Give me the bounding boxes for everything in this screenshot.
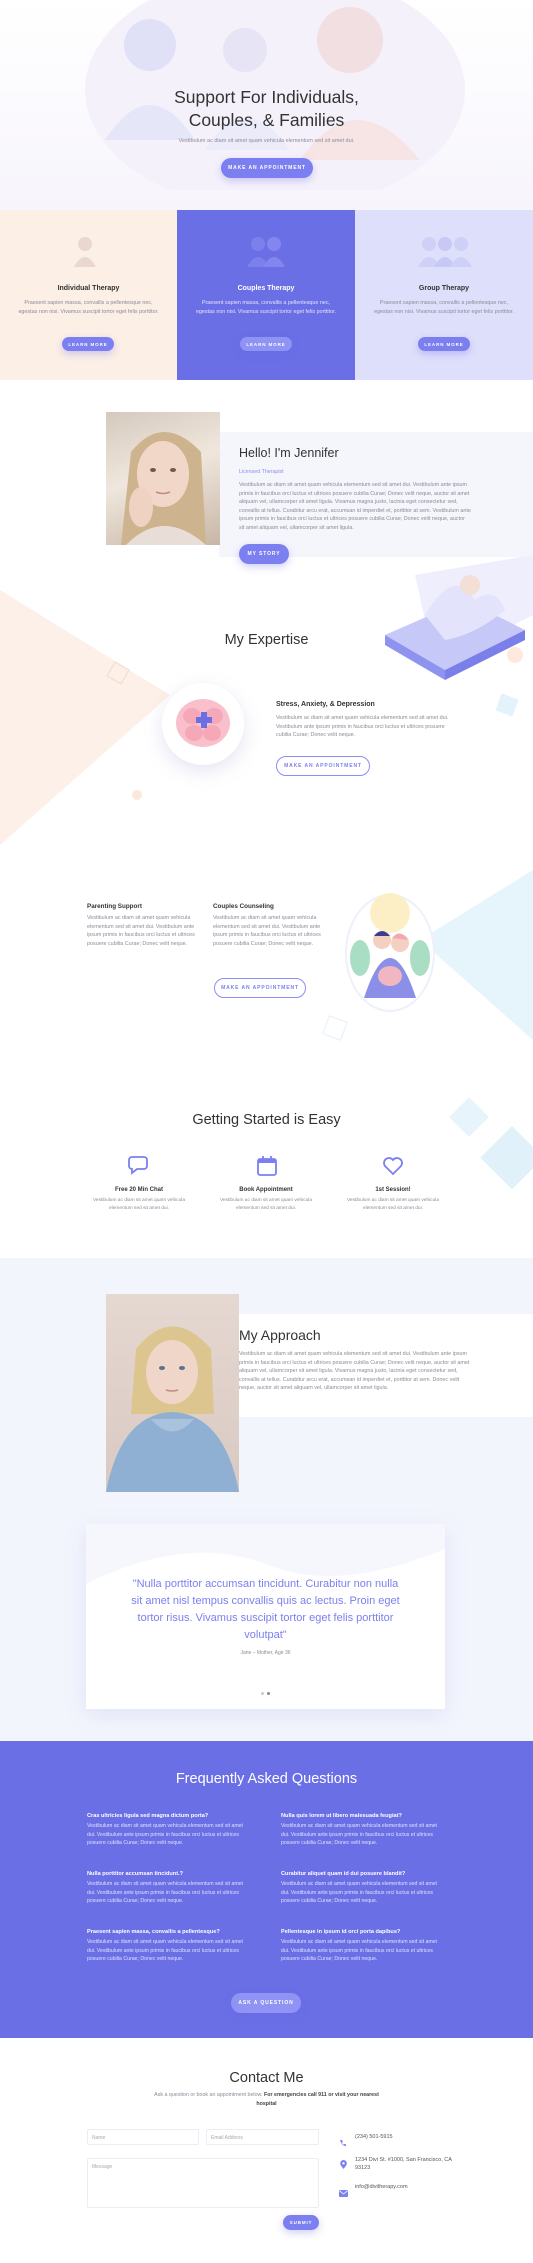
faq-question: Nulla quis lorem ut libero malesuada feu… bbox=[281, 1813, 402, 1819]
email-field[interactable]: Email Address bbox=[206, 2129, 319, 2145]
approach-title: My Approach bbox=[239, 1327, 321, 1343]
stress-appointment-button[interactable]: MAKE AN APPOINTMENT bbox=[276, 756, 370, 776]
therapy-card-text: Praesent sapien massa, convallis a pelle… bbox=[373, 300, 515, 315]
email-icon bbox=[339, 2184, 348, 2197]
faq-answer: Vestibulum ac diam sit amet quam vehicul… bbox=[281, 1823, 437, 1846]
about-title: Hello! I'm Jennifer bbox=[239, 446, 339, 460]
ask-question-button[interactable]: ASK A QUESTION bbox=[231, 1993, 301, 2013]
therapy-card-text: Praesent sapien massa, convallis a pelle… bbox=[18, 300, 159, 315]
faq-answer: Vestibulum ac diam sit amet quam vehicul… bbox=[281, 1939, 437, 1962]
learn-more-button[interactable]: LEARN MORE bbox=[240, 337, 292, 351]
step-title: Free 20 Min Chat bbox=[114, 1187, 163, 1193]
stress-title: Stress, Anxiety, & Depression bbox=[276, 701, 375, 708]
carousel-dot-active[interactable] bbox=[267, 1692, 270, 1695]
family-illustration bbox=[342, 888, 438, 1018]
couple-icon bbox=[245, 235, 287, 267]
person-icon bbox=[72, 235, 98, 267]
make-appointment-button[interactable]: MAKE AN APPOINTMENT bbox=[221, 158, 313, 178]
therapy-card-title: Couples Therapy bbox=[237, 285, 295, 292]
stress-text: Vestibulum ac diam sit amet quam vehicul… bbox=[276, 715, 449, 738]
step-title: Book Appointment bbox=[239, 1187, 293, 1193]
step-title: 1st Session! bbox=[375, 1187, 411, 1193]
faq-answer: Vestibulum ac diam sit amet quam vehicul… bbox=[281, 1881, 437, 1904]
testimonial-quote: "Nulla porttitor accumsan tincidunt. Cur… bbox=[131, 1578, 400, 1641]
learn-more-button[interactable]: LEARN MORE bbox=[418, 337, 470, 351]
faq-title: Frequently Asked Questions bbox=[175, 1771, 358, 1787]
name-field[interactable]: Name bbox=[87, 2129, 199, 2145]
phone-icon bbox=[339, 2134, 347, 2147]
contact-address: 1234 Divi St. #1000, San Francisco, CA 9… bbox=[355, 2157, 452, 2171]
faq-question: Curabitur aliquet quam id dui posuere bl… bbox=[281, 1871, 406, 1877]
expertise-title: My Expertise bbox=[224, 632, 309, 648]
learn-more-button[interactable]: LEARN MORE bbox=[62, 337, 114, 351]
contact-phone: (234) 501-5915 bbox=[355, 2134, 393, 2140]
heart-icon bbox=[382, 1156, 404, 1176]
testimonial-card: "Nulla porttitor accumsan tincidunt. Cur… bbox=[86, 1524, 445, 1709]
parenting-title: Parenting Support bbox=[87, 903, 142, 910]
diamond-icon bbox=[495, 693, 519, 717]
location-icon bbox=[340, 2156, 347, 2169]
faq-item: Praesent sapien massa, convallis a pelle… bbox=[87, 1929, 252, 1964]
step-text: Vestibulum ac diam sit amet quam vehicul… bbox=[220, 1198, 312, 1211]
couples-appointment-button[interactable]: MAKE AN APPOINTMENT bbox=[214, 978, 306, 998]
faq-item: Cras ultricies ligula sed magna dictum p… bbox=[87, 1813, 252, 1848]
hero-section: Support For Individuals, Couples, & Fami… bbox=[0, 0, 533, 210]
couples-title: Couples Counseling bbox=[213, 903, 274, 910]
carousel-dot[interactable] bbox=[261, 1692, 264, 1695]
faq-answer: Vestibulum ac diam sit amet quam vehicul… bbox=[87, 1881, 243, 1904]
jennifer-photo bbox=[106, 412, 220, 545]
step-text: Vestibulum ac diam sit amet quam vehicul… bbox=[347, 1198, 439, 1211]
parenting-text: Vestibulum ac diam sit amet quam vehicul… bbox=[87, 915, 195, 947]
about-text: Vestibulum ac diam sit amet quam vehicul… bbox=[239, 482, 471, 531]
faq-answer: Vestibulum ac diam sit amet quam vehicul… bbox=[87, 1939, 243, 1962]
couples-text: Vestibulum ac diam sit amet quam vehicul… bbox=[213, 915, 321, 947]
group-icon bbox=[417, 235, 473, 267]
contact-title: Contact Me bbox=[229, 2070, 304, 2086]
contact-intro: Ask a question or book an appointment be… bbox=[154, 2092, 379, 2107]
expertise-bg-left bbox=[0, 590, 170, 850]
therapy-card-couples: Couples Therapy Praesent sapien massa, c… bbox=[177, 210, 355, 380]
faq-question: Praesent sapien massa, convallis a pelle… bbox=[87, 1929, 220, 1935]
about-subtitle: Licensed Therapist bbox=[239, 469, 284, 475]
therapy-card-title: Individual Therapy bbox=[57, 285, 120, 292]
calendar-icon bbox=[256, 1155, 278, 1176]
approach-photo bbox=[106, 1294, 239, 1492]
step-text: Vestibulum ac diam sit amet quam vehicul… bbox=[93, 1198, 185, 1211]
chat-icon bbox=[128, 1155, 150, 1175]
hero-subtitle: Vestibulum ac diam sit amet quam vehicul… bbox=[178, 138, 355, 144]
message-field[interactable]: Message bbox=[87, 2158, 319, 2208]
submit-button[interactable]: SUBMIT bbox=[283, 2215, 319, 2230]
faq-question: Cras ultricies ligula sed magna dictum p… bbox=[87, 1813, 209, 1819]
person-lying-illustration bbox=[375, 555, 533, 685]
brain-icon bbox=[162, 683, 244, 765]
therapy-card-title: Group Therapy bbox=[418, 285, 470, 292]
testimonial-author: Jane – Mother, Age 36 bbox=[240, 1650, 291, 1656]
faq-item: Curabitur aliquet quam id dui posuere bl… bbox=[281, 1871, 446, 1906]
approach-text: Vestibulum ac diam sit amet quam vehicul… bbox=[239, 1351, 470, 1391]
therapy-card-individual: Individual Therapy Praesent sapien massa… bbox=[0, 210, 177, 380]
getting-started-title: Getting Started is Easy bbox=[192, 1112, 341, 1128]
hero-title: Support For Individuals, Couples, & Fami… bbox=[174, 87, 359, 130]
contact-intro-bold: For emergencies call 911 or visit your n… bbox=[256, 2092, 379, 2107]
therapy-card-group: Group Therapy Praesent sapien massa, con… bbox=[355, 210, 533, 380]
faq-item: Pellentesque in ipsum id orci porta dapi… bbox=[281, 1929, 446, 1964]
faq-answer: Vestibulum ac diam sit amet quam vehicul… bbox=[87, 1823, 243, 1846]
diamond-outline-icon bbox=[322, 1015, 348, 1041]
faq-question: Nulla porttitor accumsan tincidunt.? bbox=[87, 1871, 184, 1877]
my-story-button[interactable]: MY STORY bbox=[239, 544, 289, 564]
faq-item: Nulla porttitor accumsan tincidunt.? Ves… bbox=[87, 1871, 252, 1906]
faq-item: Nulla quis lorem ut libero malesuada feu… bbox=[281, 1813, 446, 1848]
therapy-card-text: Praesent sapien massa, convallis a pelle… bbox=[195, 300, 337, 315]
faq-question: Pellentesque in ipsum id orci porta dapi… bbox=[281, 1929, 401, 1935]
contact-email[interactable]: info@divitherapy.com bbox=[355, 2184, 408, 2190]
